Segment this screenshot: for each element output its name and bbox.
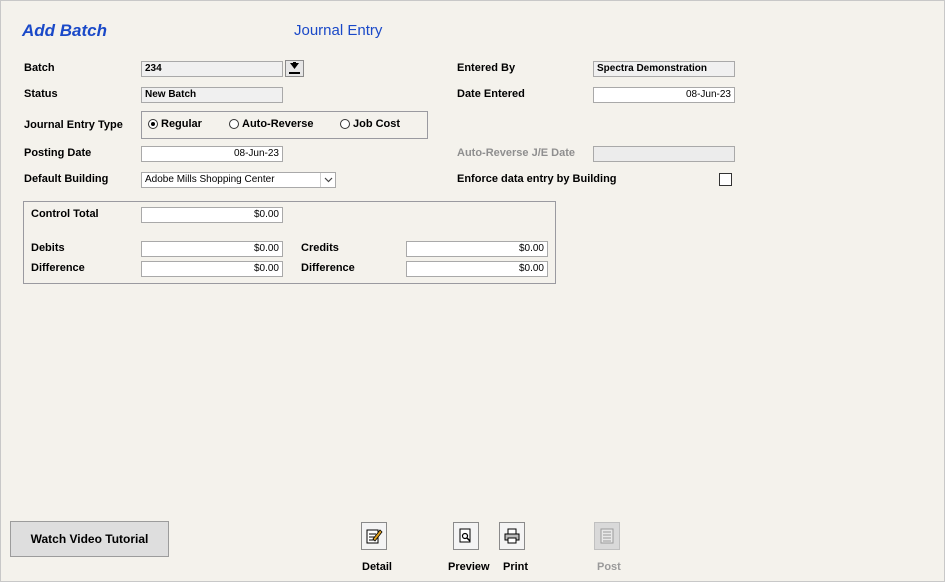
control-total-field[interactable]: $0.00 xyxy=(141,207,283,223)
mode-title: Add Batch xyxy=(22,21,107,40)
print-label: Print xyxy=(503,561,529,573)
page-title: Journal Entry xyxy=(294,22,383,39)
watch-video-tutorial-button[interactable]: Watch Video Tutorial xyxy=(10,521,169,557)
post-list-icon xyxy=(600,528,614,544)
edit-document-icon xyxy=(366,529,383,544)
default-building-label: Default Building xyxy=(24,173,109,185)
posting-date-field[interactable]: 08-Jun-23 xyxy=(141,146,283,162)
batch-lookup-button[interactable] xyxy=(285,60,304,77)
radio-unselected-icon xyxy=(229,119,239,129)
default-building-value: Adobe Mills Shopping Center xyxy=(145,174,275,185)
enforce-building-label: Enforce data entry by Building xyxy=(457,173,617,185)
credits-field: $0.00 xyxy=(406,241,548,257)
date-entered-label: Date Entered xyxy=(457,88,525,100)
detail-label: Detail xyxy=(362,561,392,573)
radio-auto-reverse-label: Auto-Reverse xyxy=(242,118,314,130)
status-field: New Batch xyxy=(141,87,283,103)
magnifier-page-icon xyxy=(459,528,471,543)
entered-by-field: Spectra Demonstration xyxy=(593,61,735,77)
entered-by-label: Entered By xyxy=(457,62,516,74)
printer-icon xyxy=(504,528,520,544)
credit-difference-field: $0.00 xyxy=(406,261,548,277)
debits-label: Debits xyxy=(31,242,65,254)
radio-unselected-icon xyxy=(340,119,350,129)
debit-difference-label: Difference xyxy=(31,262,85,274)
auto-reverse-date-field xyxy=(593,146,735,162)
post-label: Post xyxy=(597,561,621,573)
chevron-down-icon[interactable] xyxy=(320,173,335,187)
post-button xyxy=(594,522,620,550)
debit-difference-field: $0.00 xyxy=(141,261,283,277)
print-button[interactable] xyxy=(499,522,525,550)
radio-regular-label: Regular xyxy=(161,118,202,130)
auto-reverse-date-label: Auto-Reverse J/E Date xyxy=(457,147,575,159)
credits-label: Credits xyxy=(301,242,339,254)
radio-regular[interactable]: Regular xyxy=(148,118,202,130)
radio-job-cost[interactable]: Job Cost xyxy=(340,118,400,130)
radio-auto-reverse[interactable]: Auto-Reverse xyxy=(229,118,314,130)
radio-selected-icon xyxy=(148,119,158,129)
status-label: Status xyxy=(24,88,58,100)
control-total-label: Control Total xyxy=(31,208,99,220)
detail-button[interactable] xyxy=(361,522,387,550)
batch-label: Batch xyxy=(24,62,55,74)
debits-field: $0.00 xyxy=(141,241,283,257)
preview-button[interactable] xyxy=(453,522,479,550)
enforce-building-checkbox[interactable] xyxy=(719,173,732,186)
radio-job-cost-label: Job Cost xyxy=(353,118,401,130)
je-type-label: Journal Entry Type xyxy=(24,119,123,131)
default-building-select[interactable]: Adobe Mills Shopping Center xyxy=(141,172,336,188)
date-entered-field[interactable]: 08-Jun-23 xyxy=(593,87,735,103)
credit-difference-label: Difference xyxy=(301,262,355,274)
batch-field[interactable]: 234 xyxy=(141,61,283,77)
posting-date-label: Posting Date xyxy=(24,147,92,159)
download-arrow-icon xyxy=(289,62,300,74)
preview-label: Preview xyxy=(448,561,490,573)
